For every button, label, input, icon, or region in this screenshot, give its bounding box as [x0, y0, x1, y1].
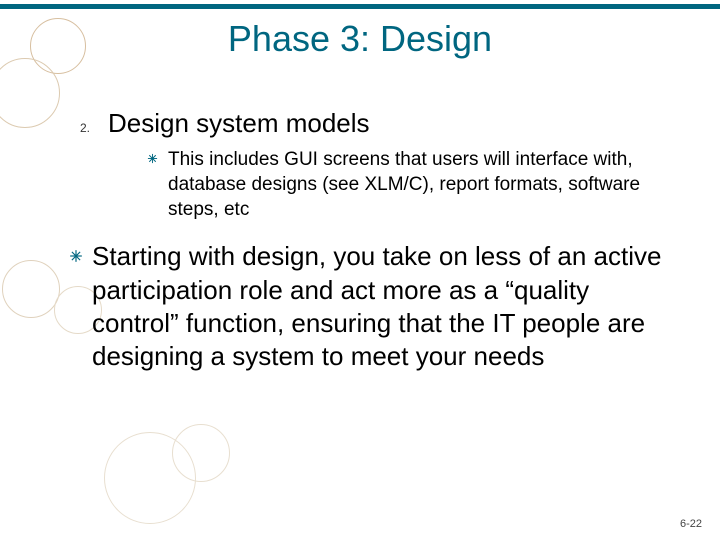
slide-body: 2. Design system models This includes [80, 108, 680, 504]
page-number: 6-22 [680, 518, 702, 530]
list-number: 2. [80, 111, 108, 135]
slide-title: Phase 3: Design [0, 18, 720, 60]
slide: Phase 3: Design 2. Design system models [0, 0, 720, 540]
list-subitem-text: This includes GUI screens that users wil… [168, 147, 680, 222]
asterisk-bullet-icon [142, 147, 162, 164]
list-item-text: Design system models [108, 108, 370, 139]
list-subitem: This includes GUI screens that users wil… [142, 147, 680, 222]
list-item: 2. Design system models [80, 108, 680, 139]
asterisk-bullet-icon [66, 240, 86, 263]
paragraph-text: Starting with design, you take on less o… [92, 240, 680, 373]
paragraph-item: Starting with design, you take on less o… [66, 240, 680, 373]
decorative-circle [2, 260, 60, 318]
top-border-bar [0, 4, 720, 9]
